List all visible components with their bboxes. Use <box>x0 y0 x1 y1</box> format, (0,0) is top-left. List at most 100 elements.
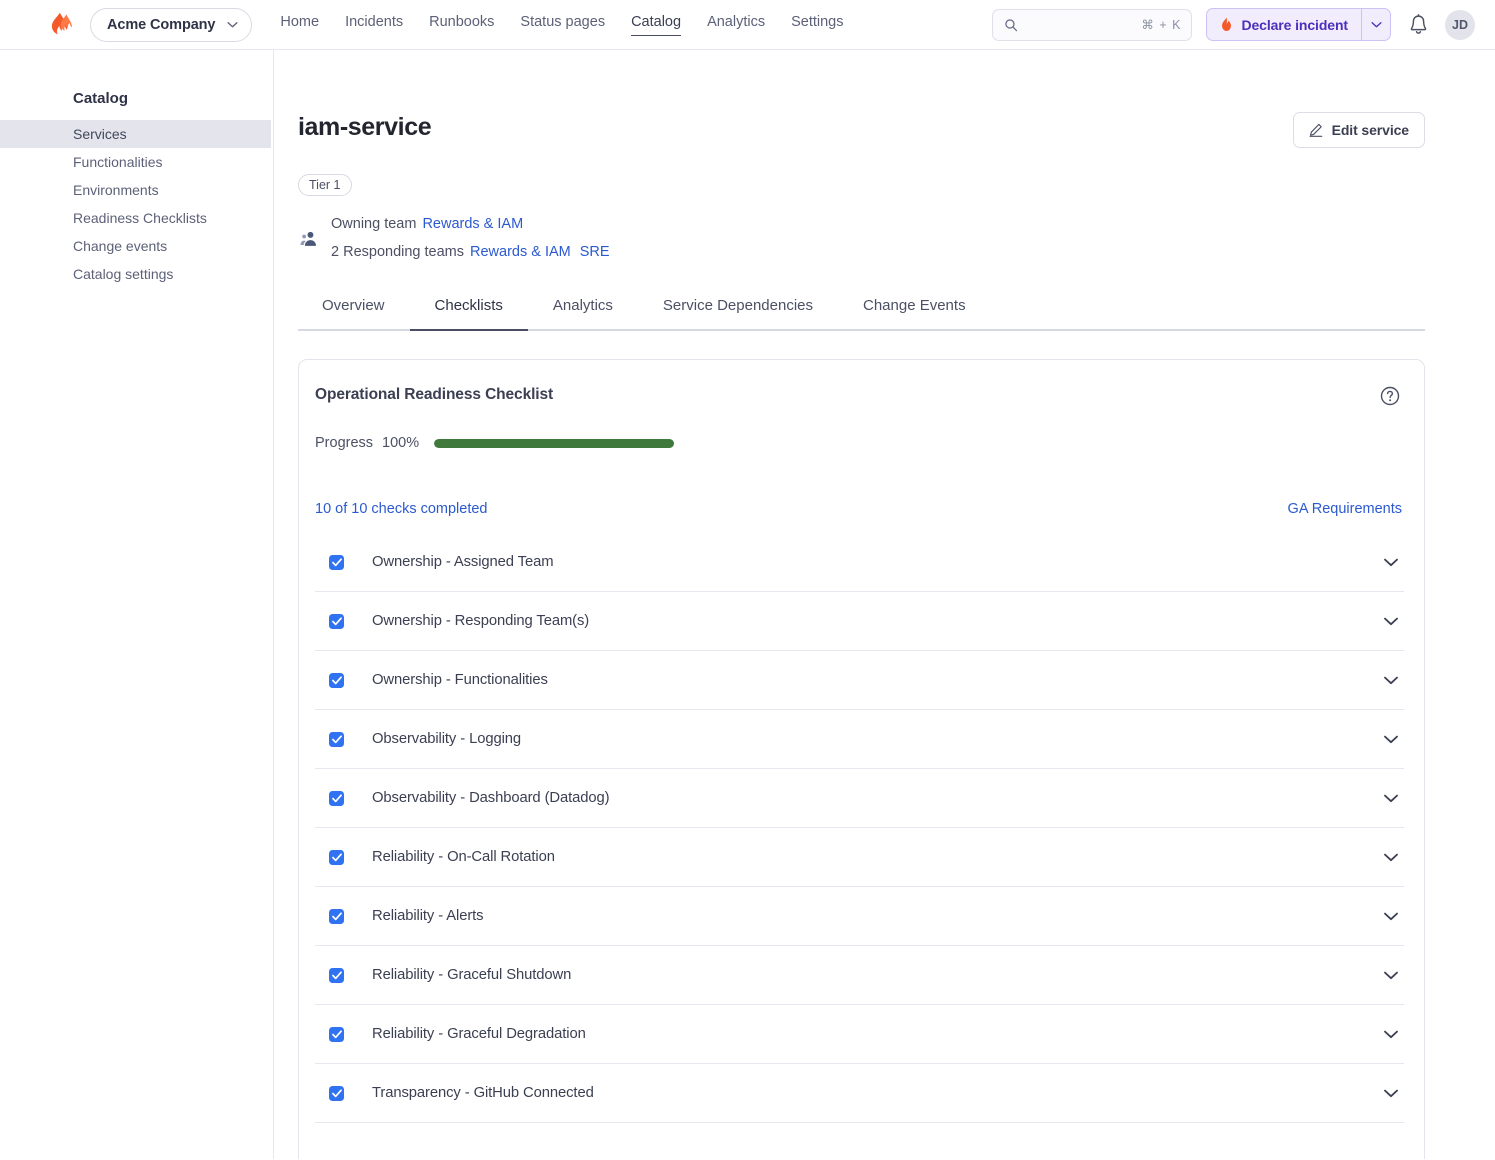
checklist-row[interactable]: Observability - Logging <box>315 710 1404 769</box>
checklist-row[interactable]: Ownership - Responding Team(s) <box>315 592 1404 651</box>
checkbox[interactable] <box>329 1026 344 1042</box>
checklist-row-label: Reliability - Graceful Degradation <box>372 1026 586 1042</box>
nav-link-catalog[interactable]: Catalog <box>631 13 682 36</box>
help-circle-icon[interactable] <box>1380 386 1400 406</box>
teams-block: Owning team Rewards & IAM 2 Responding te… <box>298 210 1425 266</box>
edit-service-button[interactable]: Edit service <box>1292 112 1425 148</box>
nav-link-incidents[interactable]: Incidents <box>345 13 403 36</box>
checkbox[interactable] <box>329 554 344 570</box>
checkbox[interactable] <box>329 613 344 629</box>
tab-checklists[interactable]: Checklists <box>409 296 528 331</box>
main-content: iam-service Edit service Tier 1 Owning t… <box>274 50 1495 1159</box>
checklist-row[interactable]: Reliability - Graceful Shutdown <box>315 946 1404 1005</box>
responding-teams-row: 2 Responding teams Rewards & IAM SRE <box>331 238 610 266</box>
notifications-button[interactable] <box>1405 12 1431 38</box>
checklist-row-label: Observability - Dashboard (Datadog) <box>372 790 610 806</box>
flame-icon <box>1222 17 1232 31</box>
checklist-card-header: Operational Readiness Checklist <box>315 386 1404 406</box>
checkbox[interactable] <box>329 672 344 688</box>
checklist-row-label: Ownership - Responding Team(s) <box>372 613 590 629</box>
bell-icon <box>1410 14 1426 34</box>
checklist-row[interactable]: Reliability - On-Call Rotation <box>315 828 1404 887</box>
chevron-down-icon[interactable] <box>1384 971 1398 980</box>
chevron-down-icon[interactable] <box>1384 676 1398 685</box>
org-switcher[interactable]: Acme Company <box>90 7 253 42</box>
progress-row: Progress 100% <box>315 435 1404 451</box>
progress-bar-fill <box>434 438 675 448</box>
nav-link-settings[interactable]: Settings <box>791 13 843 36</box>
chevron-down-icon[interactable] <box>1384 617 1398 626</box>
checkmark-icon <box>331 557 342 566</box>
owning-team-link[interactable]: Rewards & IAM <box>422 216 523 232</box>
chevron-down-icon[interactable] <box>1384 794 1398 803</box>
checklist-row[interactable]: Observability - Dashboard (Datadog) <box>315 769 1404 828</box>
tab-analytics[interactable]: Analytics <box>528 296 638 331</box>
chevron-down-icon <box>1370 22 1382 28</box>
checklist-row[interactable]: Transparency - GitHub Connected <box>315 1064 1404 1123</box>
sidebar-item-readiness-checklists[interactable]: Readiness Checklists <box>0 204 271 232</box>
tab-service-dependencies[interactable]: Service Dependencies <box>638 296 838 331</box>
chevron-down-icon[interactable] <box>1384 912 1398 921</box>
pencil-icon <box>1309 123 1322 137</box>
nav-link-runbooks[interactable]: Runbooks <box>429 13 494 36</box>
checks-completed-link[interactable]: 10 of 10 checks completed <box>315 501 488 517</box>
nav-link-home[interactable]: Home <box>280 13 319 36</box>
checklist-row[interactable]: Reliability - Alerts <box>315 887 1404 946</box>
org-name: Acme Company <box>107 16 216 33</box>
sidebar-item-change-events[interactable]: Change events <box>0 232 271 260</box>
sidebar-item-environments[interactable]: Environments <box>0 176 271 204</box>
checklist-row[interactable]: Reliability - Graceful Degradation <box>315 1005 1404 1064</box>
nav-link-analytics[interactable]: Analytics <box>707 13 765 36</box>
chevron-down-icon[interactable] <box>1384 1089 1398 1098</box>
checklist-items: Ownership - Assigned Team Ownership - Res… <box>315 533 1404 1123</box>
search-shortcut-hint: ⌘ + K <box>1141 18 1182 32</box>
sidebar-item-services[interactable]: Services <box>0 120 271 148</box>
declare-incident-button[interactable]: Declare incident <box>1206 8 1361 41</box>
checkbox[interactable] <box>329 731 344 747</box>
responding-team-link-rewards-iam[interactable]: Rewards & IAM <box>470 244 571 260</box>
ga-requirements-link[interactable]: GA Requirements <box>1288 501 1402 517</box>
tab-change-events[interactable]: Change Events <box>838 296 991 331</box>
checklist-row-label: Ownership - Functionalities <box>372 672 548 688</box>
checkbox[interactable] <box>329 790 344 806</box>
declare-incident-dropdown-toggle[interactable] <box>1361 8 1391 41</box>
sidebar-item-functionalities[interactable]: Functionalities <box>0 148 271 176</box>
checkbox[interactable] <box>329 967 344 983</box>
declare-incident-label: Declare incident <box>1241 16 1348 33</box>
incident-flame-logo[interactable] <box>48 11 76 39</box>
top-navigation-bar: Acme Company Home Incidents Runbooks Sta… <box>0 0 1495 50</box>
chevron-down-icon[interactable] <box>1384 1030 1398 1039</box>
search-icon <box>1005 18 1018 31</box>
tab-overview[interactable]: Overview <box>298 296 410 331</box>
checkmark-icon <box>331 970 342 979</box>
checklist-row-label: Observability - Logging <box>372 731 522 747</box>
nav-link-status-pages[interactable]: Status pages <box>520 13 605 36</box>
checklist-row[interactable]: Ownership - Functionalities <box>315 651 1404 710</box>
checkbox[interactable] <box>329 849 344 865</box>
sidebar: Catalog Services Functionalities Environ… <box>0 50 274 1159</box>
search-input[interactable] <box>1024 17 1136 32</box>
chevron-down-icon[interactable] <box>1384 735 1398 744</box>
avatar[interactable]: JD <box>1445 9 1475 40</box>
teams-text-group: Owning team Rewards & IAM 2 Responding te… <box>331 210 610 266</box>
search-box[interactable]: ⌘ + K <box>992 8 1193 41</box>
primary-nav: Home Incidents Runbooks Status pages Cat… <box>280 13 844 36</box>
checkmark-icon <box>331 1088 342 1097</box>
checklist-row-label: Reliability - Alerts <box>372 908 484 924</box>
checkbox[interactable] <box>329 908 344 924</box>
checklist-row[interactable]: Ownership - Assigned Team <box>315 533 1404 592</box>
sidebar-item-catalog-settings[interactable]: Catalog settings <box>0 260 271 288</box>
service-tabs: Overview Checklists Analytics Service De… <box>298 296 1425 331</box>
progress-bar-track <box>434 438 1404 448</box>
checkmark-icon <box>331 734 342 743</box>
users-icon <box>300 231 317 246</box>
chevron-down-icon[interactable] <box>1384 558 1398 567</box>
responding-team-link-sre[interactable]: SRE <box>580 244 610 260</box>
checkmark-icon <box>331 675 342 684</box>
checks-meta-row: 10 of 10 checks completed GA Requirement… <box>315 501 1404 517</box>
progress-label: Progress <box>315 435 374 451</box>
operational-readiness-checklist-card: Operational Readiness Checklist Progress… <box>298 359 1425 1159</box>
chevron-down-icon[interactable] <box>1384 853 1398 862</box>
checkbox[interactable] <box>329 1085 344 1101</box>
responding-teams-label: 2 Responding teams <box>331 244 464 260</box>
